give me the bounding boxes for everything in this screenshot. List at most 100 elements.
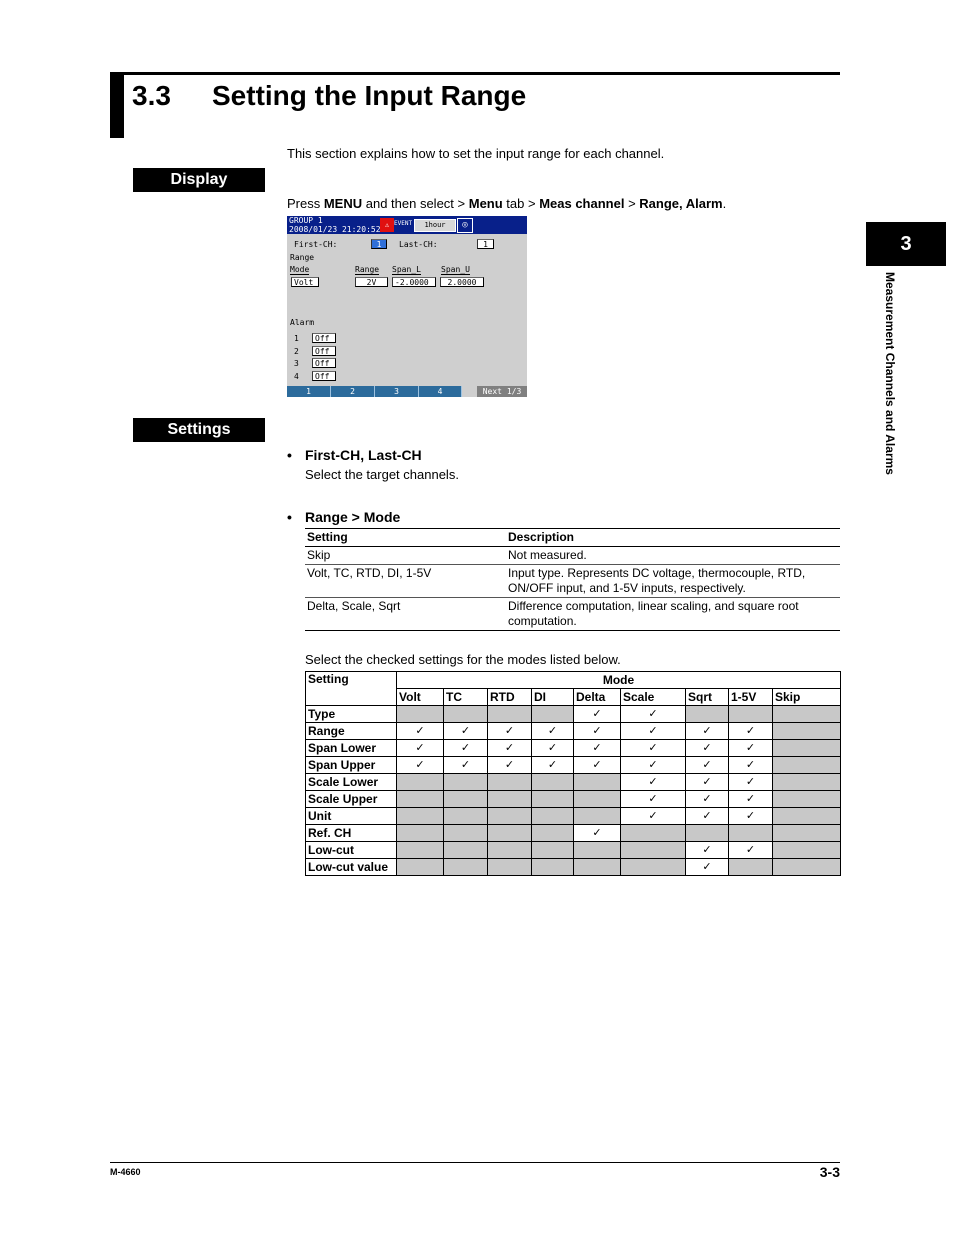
- table-row: Range ✓ ✓ ✓ ✓ ✓ ✓ ✓ ✓: [305, 722, 842, 740]
- not-applicable-cell: [771, 841, 842, 859]
- alarm-2-field[interactable]: Off: [312, 346, 336, 356]
- not-applicable-cell: [487, 773, 532, 791]
- check-mark-icon: ✓: [620, 739, 686, 757]
- not-applicable-cell: [771, 824, 842, 842]
- text: and then select >: [362, 196, 469, 211]
- softkey-4[interactable]: 4: [419, 386, 462, 397]
- mode-column-header: Mode: [395, 671, 842, 689]
- table-row: Skip Not measured.: [305, 546, 840, 565]
- not-applicable-cell: [443, 773, 488, 791]
- bullet-dot: •: [287, 509, 292, 525]
- document-number: M-4660: [110, 1167, 141, 1177]
- check-mark-icon: ✓: [685, 841, 729, 859]
- chapter-title-text: Measurement Channels and Alarms: [883, 272, 897, 475]
- softkey-2[interactable]: 2: [331, 386, 375, 397]
- not-applicable-cell: [487, 807, 532, 825]
- section-number: 3.3: [132, 80, 171, 111]
- next-page-softkey[interactable]: Next 1/3: [477, 386, 527, 397]
- not-applicable-cell: [620, 841, 686, 859]
- span-l-col-label: Span_L: [392, 265, 421, 275]
- softkey-3[interactable]: 3: [375, 386, 419, 397]
- alarm-number: 3: [294, 359, 299, 368]
- check-mark-icon: ✓: [620, 705, 686, 723]
- not-applicable-cell: [771, 858, 842, 876]
- not-applicable-cell: [396, 858, 444, 876]
- softkey-1[interactable]: 1: [287, 386, 331, 397]
- not-applicable-cell: [487, 824, 532, 842]
- mode-field[interactable]: Volt: [291, 277, 319, 287]
- range-field[interactable]: 2V: [355, 277, 388, 287]
- description-cell: Not measured.: [506, 546, 840, 565]
- group-name: GROUP 1: [289, 216, 323, 225]
- check-mark-icon: ✓: [728, 790, 773, 808]
- table-row: Scale Upper ✓ ✓ ✓: [305, 790, 842, 808]
- alarm-3-field[interactable]: Off: [312, 358, 336, 368]
- alarm-1-field[interactable]: Off: [312, 333, 336, 343]
- mode-header: Skip: [771, 688, 842, 706]
- not-applicable-cell: [728, 858, 773, 876]
- alarm-4-field[interactable]: Off: [312, 371, 336, 381]
- setting-name-cell: Type: [305, 705, 397, 723]
- section-title: Setting the Input Range: [212, 80, 527, 111]
- not-applicable-cell: [728, 705, 773, 723]
- fail-alarm-icon: ⚠: [380, 218, 394, 232]
- not-applicable-cell: [685, 705, 729, 723]
- table-row: Span Lower ✓ ✓ ✓ ✓ ✓ ✓ ✓ ✓: [305, 739, 842, 757]
- setting-name-cell: Low-cut value: [305, 858, 397, 876]
- mode-header: RTD: [487, 688, 532, 706]
- table-row: Low-cut value ✓: [305, 858, 842, 876]
- menu-key: MENU: [323, 196, 363, 211]
- first-ch-label: First-CH:: [294, 240, 338, 249]
- not-applicable-cell: [396, 790, 444, 808]
- not-applicable-cell: [771, 790, 842, 808]
- check-mark-icon: ✓: [685, 773, 729, 791]
- check-mark-icon: ✓: [531, 722, 574, 740]
- last-ch-field[interactable]: 1: [477, 239, 494, 249]
- not-applicable-cell: [443, 858, 488, 876]
- screen-status-bar: GROUP 1 2008/01/23 21:20:52 ⚠ EVENT 1hou…: [287, 216, 527, 234]
- check-mark-icon: ✓: [728, 807, 773, 825]
- check-mark-icon: ✓: [443, 722, 488, 740]
- check-mark-icon: ✓: [685, 739, 729, 757]
- not-applicable-cell: [573, 807, 621, 825]
- span-u-field[interactable]: 2.0000: [440, 277, 484, 287]
- mode-table-intro: Select the checked settings for the mode…: [305, 652, 621, 667]
- not-applicable-cell: [573, 773, 621, 791]
- first-ch-field[interactable]: 1: [371, 239, 387, 249]
- not-applicable-cell: [620, 858, 686, 876]
- not-applicable-cell: [573, 858, 621, 876]
- not-applicable-cell: [771, 722, 842, 740]
- check-mark-icon: ✓: [728, 756, 773, 774]
- not-applicable-cell: [396, 773, 444, 791]
- chapter-tab-number: 3: [866, 222, 946, 266]
- check-mark-icon: ✓: [685, 722, 729, 740]
- span-l-field[interactable]: -2.0000: [392, 277, 436, 287]
- not-applicable-cell: [396, 824, 444, 842]
- column-header: Description: [506, 528, 840, 547]
- check-mark-icon: ✓: [573, 824, 621, 842]
- last-ch-label: Last-CH:: [399, 240, 438, 249]
- mode-header: Delta: [573, 688, 621, 706]
- not-applicable-cell: [531, 824, 574, 842]
- mode-header: Scale: [620, 688, 686, 706]
- check-mark-icon: ✓: [685, 790, 729, 808]
- mode-description-table: Setting Description Skip Not measured. V…: [305, 528, 840, 631]
- check-mark-icon: ✓: [685, 858, 729, 876]
- check-mark-icon: ✓: [685, 807, 729, 825]
- setting-column-header: Setting: [305, 671, 397, 706]
- not-applicable-cell: [728, 824, 773, 842]
- setting-name-cell: Scale Upper: [305, 790, 397, 808]
- check-mark-icon: ✓: [396, 722, 444, 740]
- check-mark-icon: ✓: [620, 790, 686, 808]
- header-rule: [124, 72, 840, 75]
- footer-rule: [110, 1162, 840, 1163]
- not-applicable-cell: [771, 705, 842, 723]
- check-mark-icon: ✓: [487, 722, 532, 740]
- setting-name-cell: Range: [305, 722, 397, 740]
- check-mark-icon: ✓: [620, 756, 686, 774]
- range-col-label: Range: [355, 265, 380, 275]
- not-applicable-cell: [771, 756, 842, 774]
- text: Press: [287, 196, 324, 211]
- not-applicable-cell: [573, 841, 621, 859]
- check-mark-icon: ✓: [396, 739, 444, 757]
